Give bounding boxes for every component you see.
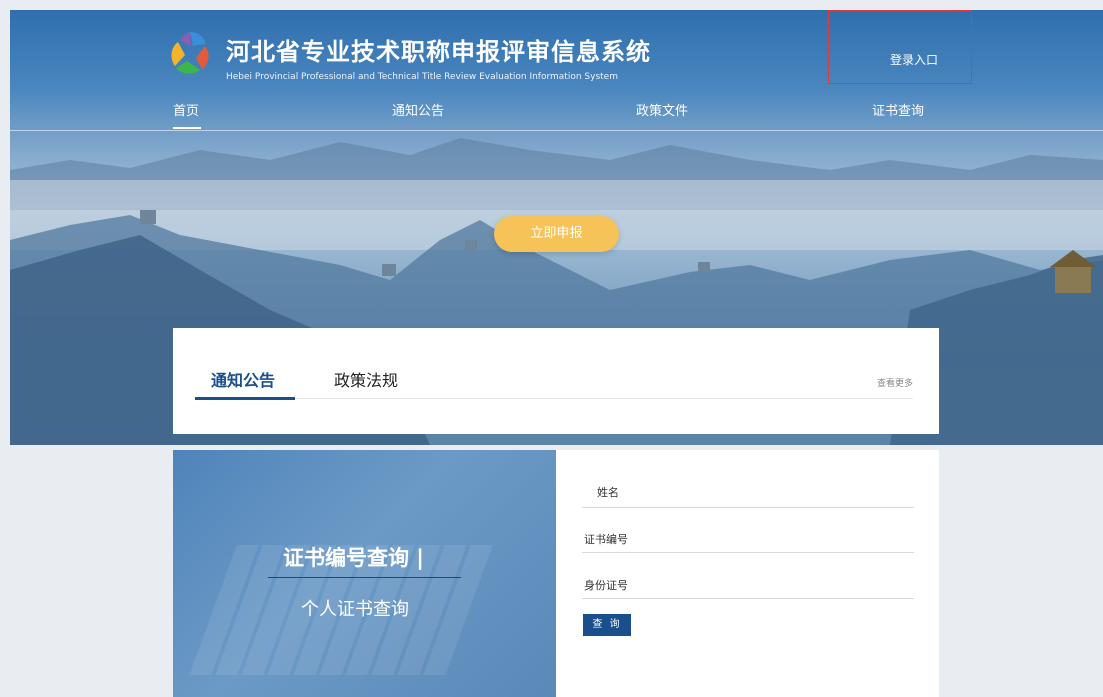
- system-subtitle: Hebei Provincial Professional and Techni…: [226, 72, 618, 82]
- certificate-query-subtitle: 个人证书查询: [301, 599, 409, 620]
- notice-panel: 通知公告 政策法规 查看更多: [173, 328, 939, 434]
- query-button[interactable]: 查 询: [583, 614, 631, 636]
- id-number-field[interactable]: [582, 598, 914, 599]
- view-more-link[interactable]: 查看更多: [877, 376, 913, 389]
- nav-divider-line: [10, 130, 1103, 131]
- system-title: 河北省专业技术职称申报评审信息系统: [226, 38, 651, 66]
- nav-item-certificate-query[interactable]: 证书查询: [872, 100, 924, 119]
- name-field[interactable]: [582, 507, 914, 508]
- certificate-number-label: 证书编号: [584, 533, 628, 546]
- tab-notices[interactable]: 通知公告: [211, 367, 275, 391]
- nav-item-policy[interactable]: 政策文件: [636, 100, 688, 119]
- certificate-number-field[interactable]: [582, 552, 914, 553]
- certificate-query-banner: 证书编号查询 | 个人证书查询: [173, 450, 556, 697]
- login-link[interactable]: 登录入口: [890, 51, 938, 68]
- id-number-label: 身份证号: [584, 579, 628, 592]
- login-highlight-box: [828, 10, 972, 84]
- certificate-query-title: 证书编号查询 |: [283, 546, 424, 570]
- tab-regulations[interactable]: 政策法规: [334, 367, 398, 391]
- title-underline: [268, 577, 461, 578]
- nav-active-indicator: [173, 127, 201, 129]
- system-logo-icon: [171, 32, 209, 74]
- nav-item-home[interactable]: 首页: [173, 100, 199, 119]
- tab-divider: [195, 398, 913, 399]
- tab-active-indicator: [195, 397, 295, 400]
- certificate-query-form: 姓名 证书编号 身份证号 查 询: [556, 450, 939, 697]
- apply-now-button[interactable]: 立即申报: [494, 216, 619, 252]
- name-field-label: 姓名: [597, 486, 619, 499]
- nav-item-notices[interactable]: 通知公告: [392, 100, 444, 119]
